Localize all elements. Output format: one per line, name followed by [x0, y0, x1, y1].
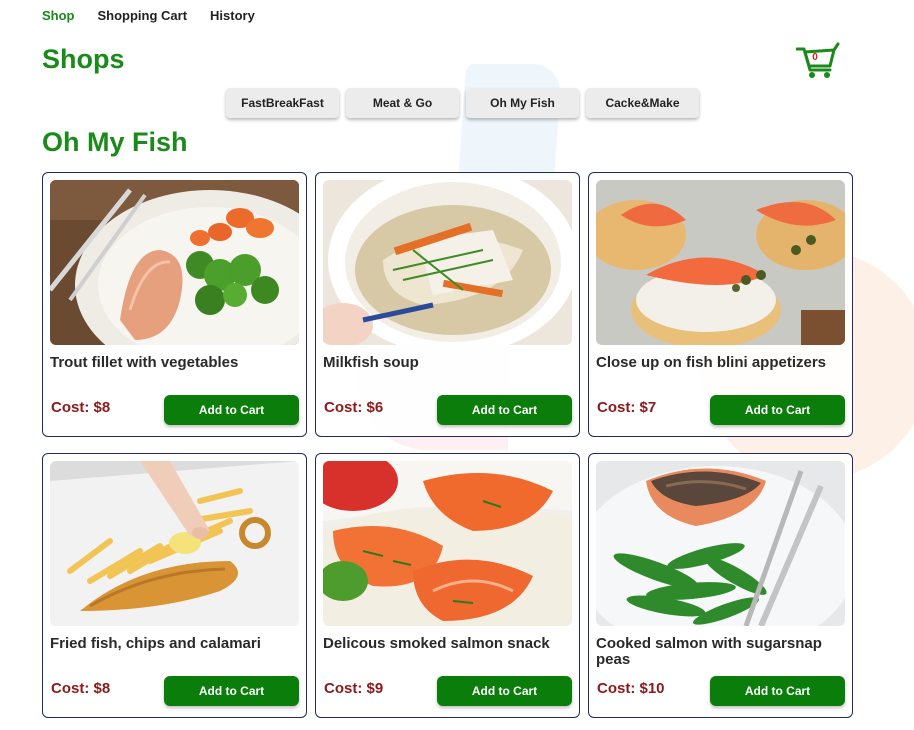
section-title: Oh My Fish [42, 127, 188, 157]
product-image [50, 180, 299, 345]
product-cost: Cost: $6 [324, 399, 384, 416]
nav-history-link[interactable]: History [210, 8, 255, 23]
product-card: Close up on fish blini appetizers Cost: … [588, 172, 853, 437]
product-image [596, 180, 845, 345]
background-decoration [457, 64, 563, 184]
nav-shopping-cart-link[interactable]: Shopping Cart [98, 8, 188, 23]
product-image [323, 180, 572, 345]
tab-fastbreakfast[interactable]: FastBreakFast [226, 88, 339, 118]
add-to-cart-button[interactable]: Add to Cart [710, 676, 845, 706]
product-card: Delicous smoked salmon snack Cost: $9 Ad… [315, 453, 580, 718]
product-card: Trout fillet with vegetables Cost: $8 Ad… [42, 172, 307, 437]
shop-tabs: FastBreakFast Meat & Go Oh My Fish Cacke… [226, 88, 699, 118]
add-to-cart-button[interactable]: Add to Cart [710, 395, 845, 425]
product-card: Fried fish, chips and calamari Cost: $8 … [42, 453, 307, 718]
product-cost: Cost: $10 [597, 680, 665, 697]
tab-oh-my-fish[interactable]: Oh My Fish [466, 88, 579, 118]
product-image [596, 461, 845, 626]
product-name: Cooked salmon with sugarsnap peas [596, 635, 822, 668]
product-image [323, 461, 572, 626]
product-grid: Trout fillet with vegetables Cost: $8 Ad… [42, 172, 853, 718]
tab-meat-and-go[interactable]: Meat & Go [346, 88, 459, 118]
add-to-cart-button[interactable]: Add to Cart [437, 395, 572, 425]
product-cost: Cost: $9 [324, 680, 384, 697]
tab-cacke-and-make[interactable]: Cacke&Make [586, 88, 699, 118]
nav-shop-link[interactable]: Shop [42, 8, 75, 23]
product-card: Cooked salmon with sugarsnap peas Cost: … [588, 453, 853, 718]
product-name: Trout fillet with vegetables [50, 354, 239, 371]
product-name: Milkfish soup [323, 354, 419, 371]
product-cost: Cost: $8 [51, 680, 111, 697]
product-image [50, 461, 299, 626]
product-name: Delicous smoked salmon snack [323, 635, 550, 652]
cart-button[interactable]: 0 [795, 42, 840, 80]
product-name: Close up on fish blini appetizers [596, 354, 827, 371]
product-cost: Cost: $7 [597, 399, 657, 416]
product-cost: Cost: $8 [51, 399, 111, 416]
add-to-cart-button[interactable]: Add to Cart [164, 395, 299, 425]
add-to-cart-button[interactable]: Add to Cart [164, 676, 299, 706]
top-nav: Shop Shopping Cart History [42, 8, 255, 23]
add-to-cart-button[interactable]: Add to Cart [437, 676, 572, 706]
product-name: Fried fish, chips and calamari [50, 635, 261, 652]
page-title: Shops [42, 44, 125, 74]
product-card: Milkfish soup Cost: $6 Add to Cart [315, 172, 580, 437]
cart-count-badge: 0 [812, 52, 818, 63]
